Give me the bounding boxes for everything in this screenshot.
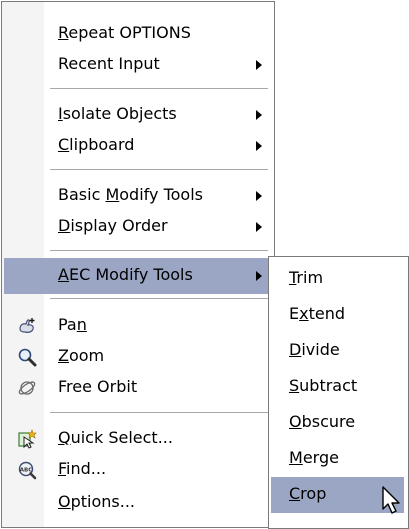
submenu-item-label: Obscure [289, 412, 356, 431]
menu-separator [50, 412, 268, 414]
menu-separator [50, 88, 268, 90]
menu-item-label: Find... [58, 459, 107, 478]
menu-item-display-order[interactable]: Display Order [4, 209, 272, 245]
menu-item-find[interactable]: ABC Find... [4, 452, 272, 488]
menu-item-options[interactable]: Options... [4, 485, 272, 521]
menu-item-label: Pan [58, 315, 87, 334]
quick-select-icon [18, 429, 37, 449]
menu-item-label: Recent Input [58, 54, 160, 73]
submenu-item-trim[interactable]: Trim [271, 261, 404, 297]
orbit-icon [18, 381, 36, 395]
menu-item-aec-modify-tools[interactable]: AEC Modify Tools [4, 258, 272, 294]
menu-item-recent-input[interactable]: Recent Input [4, 47, 272, 83]
submenu-item-label: Subtract [289, 376, 358, 395]
submenu-arrow-icon [256, 191, 262, 201]
submenu-item-merge[interactable]: Merge [271, 441, 404, 477]
menu-item-free-orbit[interactable]: Free Orbit [4, 370, 272, 406]
menu-separator [50, 298, 268, 300]
menu-separator [50, 250, 268, 252]
menu-item-clipboard[interactable]: Clipboard [4, 128, 272, 164]
menu-item-label: Zoom [58, 346, 105, 365]
zoom-magnifier-icon [18, 348, 37, 367]
menu-item-label: Quick Select... [58, 428, 173, 447]
submenu-item-obscure[interactable]: Obscure [271, 405, 404, 441]
submenu-item-label: Merge [289, 448, 339, 467]
context-menu: Repeat OPTIONS Recent Input Isolate Obje… [1, 1, 275, 528]
mouse-pointer-icon [382, 486, 400, 514]
menu-separator [50, 169, 268, 171]
menu-item-label: Repeat OPTIONS [58, 23, 191, 42]
submenu-item-label: Trim [289, 268, 324, 287]
submenu-arrow-icon [256, 222, 262, 232]
submenu-item-divide[interactable]: Divide [271, 333, 404, 369]
find-text-icon: ABC [18, 461, 37, 480]
submenu-arrow-icon [256, 110, 262, 120]
menu-item-label: Basic Modify Tools [58, 185, 203, 204]
menu-item-label: AEC Modify Tools [58, 265, 193, 284]
menu-item-label: Clipboard [58, 135, 135, 154]
menu-item-label: Isolate Objects [58, 104, 177, 123]
submenu-arrow-icon [256, 141, 262, 151]
submenu-item-extend[interactable]: Extend [271, 297, 404, 333]
submenu-arrow-icon [256, 60, 262, 70]
context-menu-stage: Repeat OPTIONS Recent Input Isolate Obje… [0, 0, 409, 529]
menu-item-label: Free Orbit [58, 377, 138, 396]
menu-item-label: Display Order [58, 216, 168, 235]
pan-hand-icon [19, 318, 35, 333]
submenu-arrow-icon [256, 271, 262, 281]
submenu-item-subtract[interactable]: Subtract [271, 369, 404, 405]
submenu-item-label: Crop [289, 484, 327, 503]
submenu-item-label: Extend [289, 304, 345, 323]
submenu-item-label: Divide [289, 340, 340, 359]
menu-item-label: Options... [58, 492, 135, 511]
